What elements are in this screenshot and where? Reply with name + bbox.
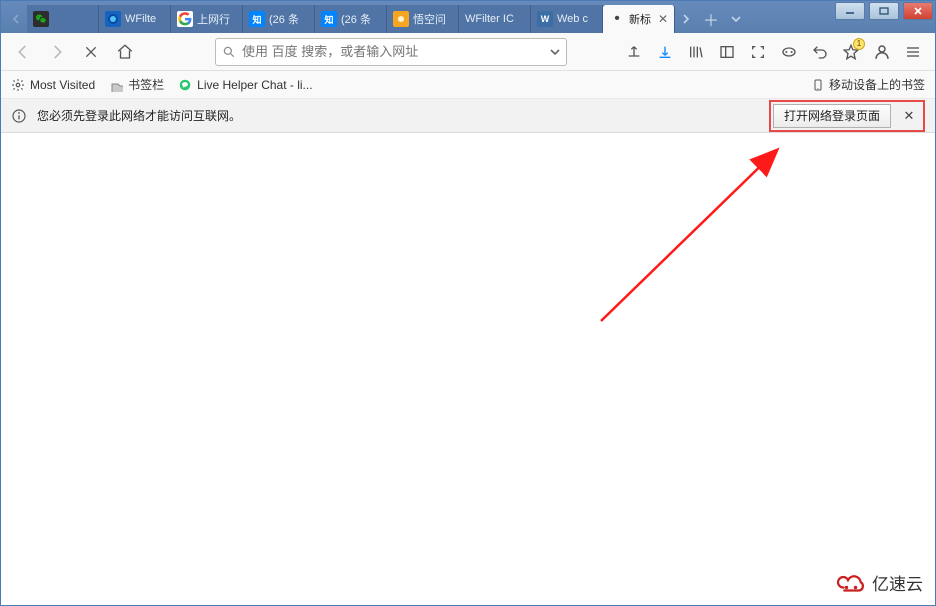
notification-close-button[interactable]: ✕ [897,104,921,128]
undo-button[interactable] [806,38,834,66]
bookmark-label: Most Visited [30,78,95,92]
chat-icon [178,78,192,92]
menu-button[interactable] [899,38,927,66]
notification-message: 您必须先登录此网络才能访问互联网。 [37,107,759,124]
window-close-button[interactable] [903,2,933,20]
google-icon [177,11,193,27]
forward-button[interactable] [43,38,71,66]
home-button[interactable] [111,38,139,66]
bookmark-folder[interactable]: 书签栏 [109,76,164,93]
search-icon [222,45,236,59]
tab-scroll-right[interactable] [675,5,697,33]
tab-wfilter-ic[interactable]: WFilter IC [459,5,531,33]
zhihu-icon: 知 [321,11,337,27]
navbar: 1 [1,33,935,71]
back-button[interactable] [9,38,37,66]
sidebar-button[interactable] [713,38,741,66]
tab-wfilter[interactable]: WFilte [99,5,171,33]
bookmark-label: 移动设备上的书签 [829,76,925,93]
tab-label: WFilte [125,13,166,25]
extension-button[interactable] [775,38,803,66]
zhihu-icon: 知 [249,11,265,27]
bookmark-star-button[interactable]: 1 [837,38,865,66]
tab-zhihu-2[interactable]: 知 (26 条 [315,5,387,33]
maximize-button[interactable] [869,2,899,20]
wfilter-icon [105,11,121,27]
tab-label: 悟空问 [413,11,454,27]
wechat-icon [33,11,49,27]
new-tab-button[interactable]: ＋ [697,5,725,33]
tab-label: Web c [557,13,598,25]
stop-button[interactable] [77,38,105,66]
tab-zhihu-1[interactable]: 知 (26 条 [243,5,315,33]
folder-icon [109,78,123,92]
info-icon [11,108,27,124]
addressbar-dropdown[interactable] [550,48,560,56]
tab-label: (26 条 [269,11,310,27]
save-page-button[interactable] [620,38,648,66]
titlebar: WFilte 上网行 知 (26 条 知 (26 条 悟空问 [1,1,935,33]
tab-wukong[interactable]: 悟空问 [387,5,459,33]
mobile-icon [812,78,824,92]
downloads-button[interactable] [651,38,679,66]
addressbar[interactable] [215,38,567,66]
watermark-text: 亿速云 [872,570,923,595]
bookmark-mobile[interactable]: 移动设备上的书签 [812,76,925,93]
minimize-button[interactable] [835,2,865,20]
bookmarks-bar: Most Visited 书签栏 Live Helper Chat - li..… [1,71,935,99]
page-content [1,133,935,605]
tab-web[interactable]: W Web c [531,5,603,33]
tab-label: 上网行 [197,11,238,27]
w-icon: W [537,11,553,27]
right-toolbar: 1 [620,38,927,66]
bookmark-label: 书签栏 [128,76,164,93]
annotation-arrow [581,111,881,351]
unsaved-dot-icon: • [609,11,625,27]
tab-label: (26 条 [341,11,382,27]
bookmark-livehelper[interactable]: Live Helper Chat - li... [178,78,312,92]
star-badge: 1 [853,38,865,50]
tab-list-dropdown[interactable] [725,5,747,33]
screenshot-button[interactable] [744,38,772,66]
tab-row: WFilte 上网行 知 (26 条 知 (26 条 悟空问 [1,1,833,33]
watermark: 亿速云 [836,570,923,595]
tab-newtab[interactable]: • 新标 ✕ [603,5,675,33]
notification-action-group: 打开网络登录页面 ✕ [769,100,925,132]
tab-label: 新标 [629,11,652,27]
gear-icon [11,78,25,92]
address-input[interactable] [242,44,544,59]
watermark-logo-icon [836,572,866,594]
notification-bar: 您必须先登录此网络才能访问互联网。 打开网络登录页面 ✕ [1,99,935,133]
library-button[interactable] [682,38,710,66]
tab-close-button[interactable]: ✕ [656,12,670,26]
tab-google[interactable]: 上网行 [171,5,243,33]
account-button[interactable] [868,38,896,66]
wukong-icon [393,11,409,27]
tab-scroll-left[interactable] [5,5,27,33]
tab-wechat[interactable] [27,5,99,33]
tab-label: WFilter IC [465,13,526,25]
bookmark-label: Live Helper Chat - li... [197,78,312,92]
open-login-page-button[interactable]: 打开网络登录页面 [773,104,891,128]
window-controls [833,1,935,33]
bookmark-most-visited[interactable]: Most Visited [11,78,95,92]
